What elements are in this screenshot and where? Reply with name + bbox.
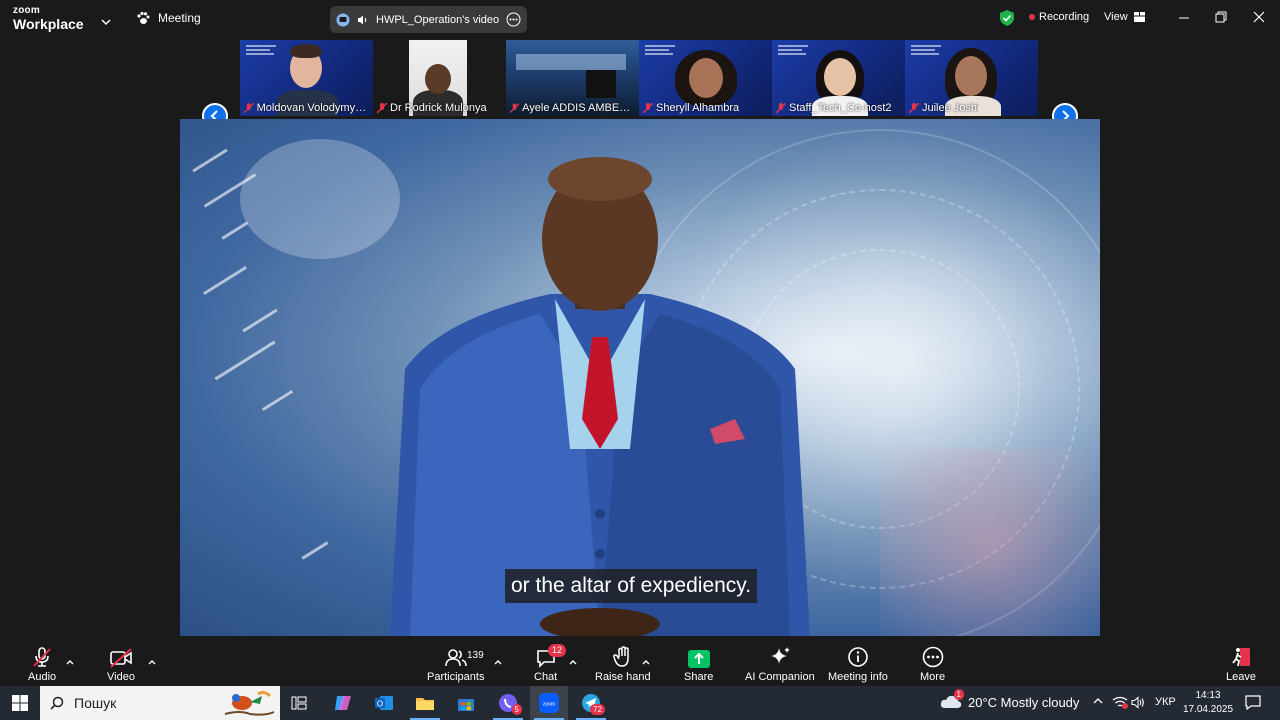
title-bar: zoom Workplace Meeting HWPL_Operation's … [0,0,1280,38]
weather-text: 20°C Mostly cloudy [968,695,1080,710]
meeting-menu-button[interactable]: Meeting [136,11,201,25]
video-button[interactable]: Video [107,644,135,683]
folder-icon [416,698,434,710]
zoom-app-icon: zoom [539,693,559,713]
viber-unread-badge: 5 [511,704,522,715]
participant-name-bar: Moldovan Volodymyr, ... [240,102,373,114]
minimize-icon[interactable] [1178,10,1190,28]
ai-companion-button[interactable]: AI Companion [745,644,815,683]
participants-count: 139 [467,650,484,661]
muted-mic-icon [377,102,387,113]
share-button[interactable]: Share [684,644,713,683]
paw-icon [137,11,150,24]
more-options-icon[interactable] [506,12,521,27]
restore-icon[interactable] [1215,10,1227,28]
muted-mic-icon [776,102,786,113]
svg-text:zoom: zoom [543,702,555,708]
zoom-workplace-logo[interactable]: zoom Workplace [13,6,84,32]
video-off-icon [110,648,132,668]
taskbar-file-explorer[interactable] [406,686,444,720]
hand-icon [612,646,629,667]
close-icon[interactable] [1253,10,1265,28]
video-caption: or the altar of expediency. [505,569,758,603]
muted-mic-icon [909,102,919,113]
task-view-icon [291,696,307,710]
shared-video[interactable] [180,119,1100,636]
muted-mic-icon [244,102,254,113]
encryption-shield-icon[interactable] [1000,10,1014,31]
more-dots-icon [922,646,943,668]
copilot-icon [335,696,351,710]
participant-name-bar: Sheryll Alhambra [639,102,772,114]
show-hidden-icons-icon[interactable] [1093,696,1103,708]
chat-options-caret-icon[interactable] [569,652,577,670]
muted-mic-icon [33,647,51,667]
windows-start-icon[interactable] [12,695,28,716]
taskbar-telegram[interactable]: 72 [572,686,610,720]
audio-button[interactable]: Audio [28,644,56,683]
telegram-unread-badge: 72 [590,704,605,715]
weather-alert-badge: 1 [953,689,964,700]
participant-tile[interactable]: Dr Rodrick Mulonya [373,40,506,116]
notifications-icon[interactable] [1245,695,1261,713]
outlook-icon: O [375,696,393,710]
participant-tile[interactable]: Sheryll Alhambra [639,40,772,116]
participant-name-bar: Dr Rodrick Mulonya [373,102,506,114]
network-icon[interactable] [1112,696,1128,712]
presenter-figure [390,157,810,636]
taskbar-store[interactable] [447,686,485,720]
taskbar-viber[interactable]: 5 [489,686,527,720]
bird-highlight-icon [224,690,275,716]
speaker-icon [358,15,367,24]
participant-tile[interactable]: Ayele ADDIS AMBELU ... [506,40,639,116]
taskbar-search-box[interactable]: Пошук [40,686,280,720]
participant-name-bar: Juilee Joshi [905,102,1038,114]
muted-mic-icon [643,102,653,113]
taskbar-clock[interactable]: 14:13 17.04.2025 [1180,689,1236,717]
sparkle-icon [770,647,790,664]
shared-file-title: HWPL_Operation's video file [376,13,499,26]
weather-widget[interactable]: 1 20°C Mostly cloudy [940,689,1080,712]
taskbar-copilot[interactable] [324,686,362,720]
record-dot-icon [1029,14,1035,20]
meeting-toolbar: Audio Video Participants 139 Chat 12 Rai… [0,638,1280,686]
taskbar-task-view[interactable] [280,686,318,720]
participant-name-bar: Ayele ADDIS AMBELU ... [506,102,639,114]
store-icon [458,699,474,711]
view-button[interactable]: View [1104,11,1145,23]
chat-unread-badge: 12 [548,644,567,657]
taskbar-zoom[interactable]: zoom [530,686,568,720]
participant-strip: Moldovan Volodymyr, ... Dr Rodrick Mulon… [240,40,1040,116]
video-options-caret-icon[interactable] [148,652,156,670]
input-language[interactable]: УКР [1155,696,1176,708]
taskbar-outlook[interactable]: O [365,686,403,720]
participant-tile[interactable]: Staff_Tech_Co-host2 [772,40,905,116]
leave-door-icon [1232,648,1250,667]
shared-content-pill[interactable]: HWPL_Operation's video file [330,6,527,33]
recording-indicator[interactable]: Recording [1029,11,1089,23]
chevron-down-icon[interactable] [101,13,111,31]
muted-mic-icon [510,102,520,113]
search-icon [50,696,64,710]
leave-button[interactable]: Leave [1226,644,1256,683]
reactions-caret-icon[interactable] [642,652,650,670]
windows-taskbar: Пошук O 5 zoom 72 1 20°C Mostly cloudy У… [0,686,1280,720]
participant-tile[interactable]: Moldovan Volodymyr, ... [240,40,373,116]
volume-icon[interactable] [1131,696,1145,712]
participant-name-bar: Staff_Tech_Co-host2 [772,102,905,114]
svg-text:O: O [377,700,383,709]
more-button[interactable]: More [920,644,945,683]
people-icon [444,649,467,667]
participant-tile[interactable]: Juilee Joshi [905,40,1038,116]
audio-options-caret-icon[interactable] [66,652,74,670]
participants-options-caret-icon[interactable] [494,652,502,670]
share-screen-icon [687,650,710,668]
grid-view-icon [1133,12,1145,22]
meeting-stage: Moldovan Volodymyr, ... Dr Rodrick Mulon… [0,38,1280,638]
meeting-info-button[interactable]: Meeting info [828,644,888,683]
share-screen-icon [336,13,350,26]
info-icon [848,647,868,667]
meeting-label: Meeting [158,11,201,25]
